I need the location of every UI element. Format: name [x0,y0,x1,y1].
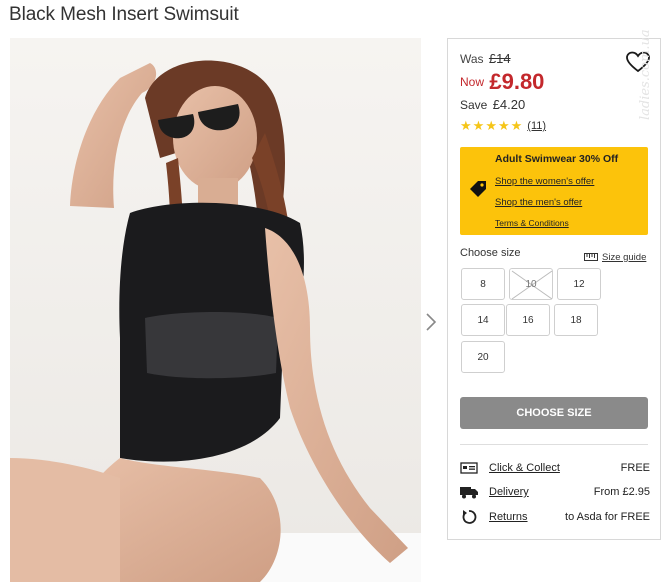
star-icon: ★ [485,118,497,133]
watermark: ladies.com.ua [638,29,653,120]
star-icon: ★ [497,118,510,133]
save-label: Save [460,98,488,112]
returns-value: to Asda for FREE [565,511,650,523]
promo-title: Adult Swimwear 30% Off [495,153,619,165]
product-photo-illustration [10,38,421,582]
size-option-14[interactable]: 14 [461,304,505,336]
choose-size-button[interactable]: CHOOSE SIZE [460,397,648,429]
size-option-12[interactable]: 12 [557,268,601,300]
size-guide-label: Size guide [602,251,647,263]
size-option-18[interactable]: 18 [554,304,598,336]
save-price: Save £4.20 [460,97,525,112]
was-label: Was [460,52,484,66]
product-purchase-panel: Was £14 Now £9.80 Save £4.20 ★ ★ ★ ★ ★ (… [447,38,661,540]
size-option-20[interactable]: 20 [461,341,505,373]
delivery-link[interactable]: Delivery [489,486,594,498]
product-title: Black Mesh Insert Swimsuit [9,4,239,25]
click-collect-value: FREE [620,462,650,474]
terms-conditions-link[interactable]: Terms & Conditions [495,218,569,228]
size-guide-link[interactable]: Size guide [584,248,646,266]
truck-icon [460,485,478,499]
size-option-10-label: 10 [525,278,537,290]
chevron-right-icon[interactable] [423,310,439,334]
delivery-row: Delivery From £2.95 [460,483,650,501]
size-option-16[interactable]: 16 [506,304,550,336]
save-price-value: £4.20 [492,97,526,112]
star-rating: ★ ★ ★ ★ ★ (11) [460,119,546,133]
star-icon: ★ [510,118,523,133]
ruler-icon [584,248,598,266]
click-collect-row: Click & Collect FREE [460,459,650,477]
store-icon [460,461,478,475]
review-count-link[interactable]: (11) [527,120,546,132]
tag-icon [468,179,488,199]
click-collect-link[interactable]: Click & Collect [489,462,621,474]
delivery-value: From £2.95 [593,486,650,498]
returns-icon [460,510,478,524]
was-price: Was £14 [460,51,511,66]
star-icon: ★ [460,118,472,133]
divider [460,444,648,445]
returns-row: Returns to Asda for FREE [460,508,650,526]
shop-mens-offer-link[interactable]: Shop the men's offer [495,197,582,208]
shop-womens-offer-link[interactable]: Shop the women's offer [495,176,594,187]
product-image[interactable] [10,38,421,582]
now-price: Now £9.80 [460,69,544,95]
now-label: Now [460,75,485,89]
now-price-value: £9.80 [489,69,545,94]
size-option-8[interactable]: 8 [461,268,505,300]
promo-banner: Adult Swimwear 30% Off Shop the women's … [460,147,648,235]
choose-size-label: Choose size [460,247,521,259]
star-icon: ★ [472,118,485,133]
was-price-value: £14 [488,51,511,66]
size-option-10-unavailable[interactable]: 10 [509,268,553,300]
returns-link[interactable]: Returns [489,511,565,523]
